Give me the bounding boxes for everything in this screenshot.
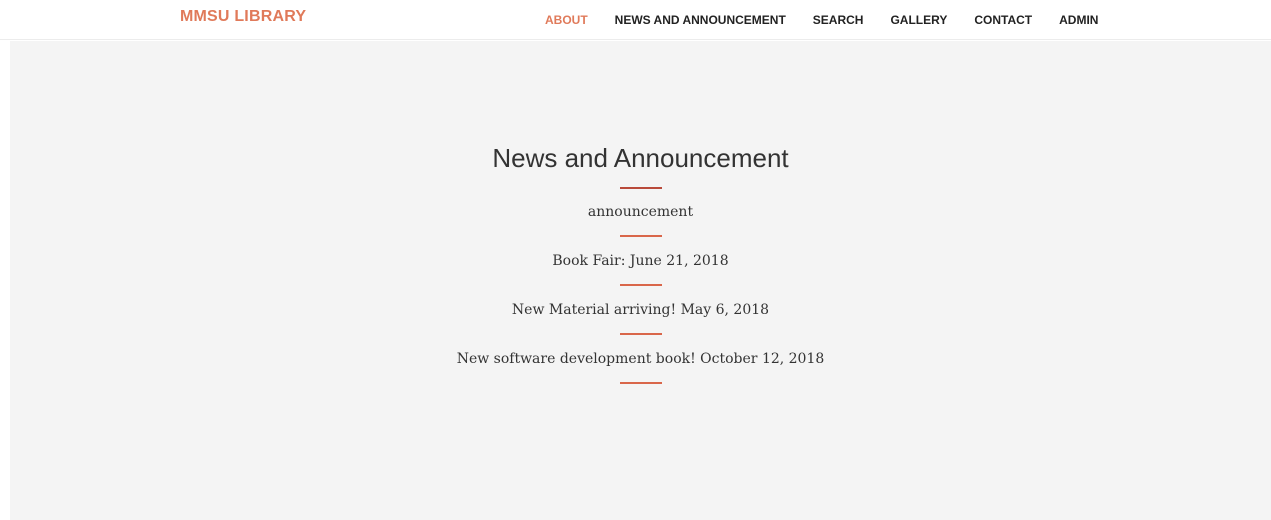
nav-item-about: ABOUT (545, 11, 615, 29)
section-title: News and Announcement (492, 143, 789, 173)
news-content: News and Announcement announcement Book … (10, 141, 1271, 398)
nav-item-contact: CONTACT (974, 11, 1059, 29)
nav-link-search[interactable]: SEARCH (813, 13, 864, 27)
item-divider (619, 382, 662, 384)
title-divider (619, 187, 662, 189)
nav-item-admin: ADMIN (1059, 11, 1125, 29)
news-item: announcement (587, 204, 694, 220)
news-item: New Material arriving! May 6, 2018 (511, 302, 770, 318)
item-divider (619, 333, 662, 335)
nav-item-news: NEWS AND ANNOUNCEMENT (615, 11, 813, 29)
nav-item-gallery: GALLERY (890, 11, 974, 29)
main-nav: ABOUT NEWS AND ANNOUNCEMENT SEARCH GALLE… (545, 11, 1125, 29)
nav-link-admin[interactable]: ADMIN (1059, 13, 1098, 27)
item-divider (619, 235, 662, 237)
nav-link-about[interactable]: ABOUT (545, 13, 588, 27)
news-section: News and Announcement announcement Book … (10, 41, 1271, 520)
news-item: New software development book! October 1… (456, 351, 825, 367)
nav-link-news-and-announcement[interactable]: NEWS AND ANNOUNCEMENT (615, 13, 786, 27)
brand-logo-link[interactable]: MMSU LIBRARY (180, 8, 306, 26)
nav-link-gallery[interactable]: GALLERY (890, 13, 947, 27)
top-navbar: MMSU LIBRARY ABOUT NEWS AND ANNOUNCEMENT… (0, 0, 1271, 40)
nav-item-search: SEARCH (813, 11, 891, 29)
news-item: Book Fair: June 21, 2018 (552, 253, 729, 269)
nav-link-contact[interactable]: CONTACT (974, 13, 1032, 27)
item-divider (619, 284, 662, 286)
